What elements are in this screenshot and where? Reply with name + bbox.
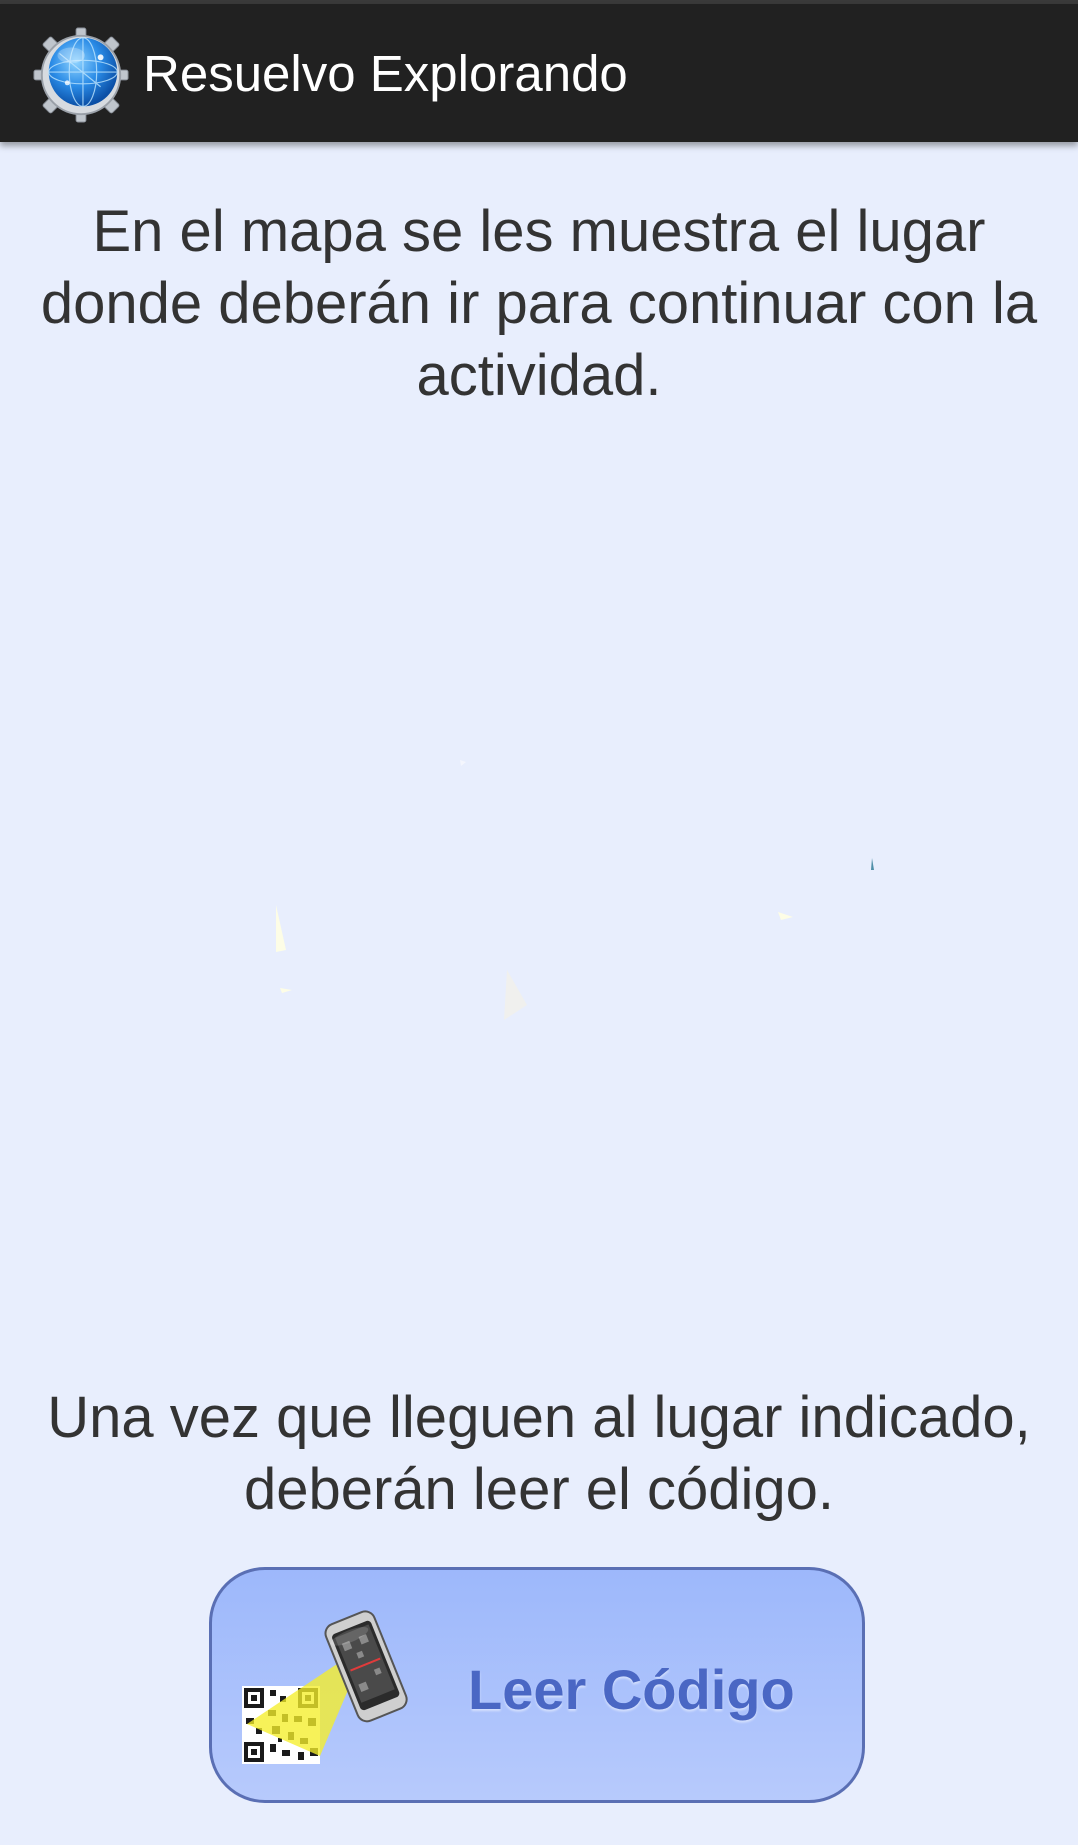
intro-text: En el mapa se les muestra el lugar donde… <box>40 199 1038 408</box>
map-fragment <box>778 912 793 920</box>
instruction-text: Una vez que lleguen al lugar indicado, d… <box>47 1385 1031 1522</box>
read-code-label: Leer Código <box>468 1658 795 1721</box>
app-title: Resuelvo Explorando <box>143 45 628 102</box>
action-bar: Resuelvo Explorando <box>0 4 1078 142</box>
read-code-button[interactable]: Leer Código <box>209 1567 865 1803</box>
map-tile-fragments <box>276 760 874 1020</box>
globe-gear-icon <box>33 27 129 123</box>
map-area[interactable] <box>0 430 1078 1330</box>
qr-phone-scan-icon <box>242 1610 408 1764</box>
map-fragment <box>276 905 286 952</box>
map-fragment <box>280 988 292 993</box>
map-fragment <box>504 970 527 1020</box>
screen: Resuelvo Explorando En el mapa se les mu… <box>0 0 1078 1845</box>
map-fragment <box>871 858 874 870</box>
map-fragment <box>460 760 466 766</box>
